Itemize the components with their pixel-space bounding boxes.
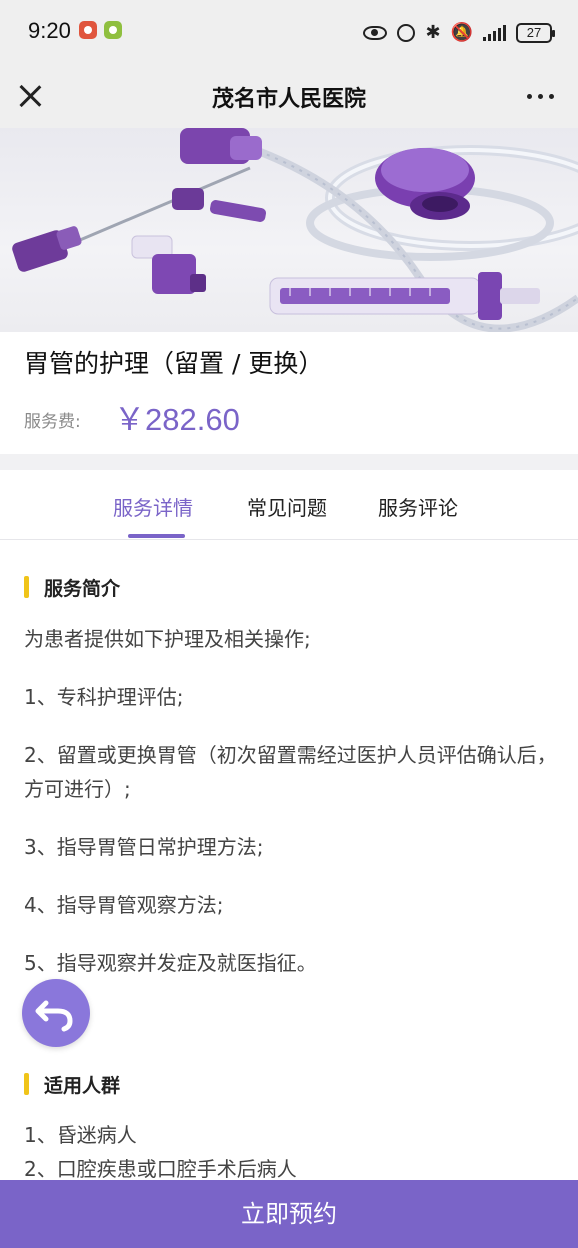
intro-item: 3、指导胃管日常护理方法; [24, 835, 264, 859]
product-title: 胃管的护理（留置 / 更换） [24, 349, 324, 378]
product-image [0, 128, 578, 332]
tab-service-details[interactable]: 服务详情 [113, 492, 193, 521]
eye-icon [363, 26, 388, 40]
page-title: 茂名市人民医院 [211, 87, 366, 112]
undo-arrow-icon [35, 1000, 73, 1032]
tab-faq[interactable]: 常见问题 [247, 492, 327, 521]
book-now-button[interactable]: 立即预约 [0, 1180, 578, 1248]
nav-bar: 茂名市人民医院 [0, 64, 578, 128]
active-tab-indicator [128, 534, 185, 538]
section-heading-intro: 服务简介 [24, 574, 120, 601]
intro-item: 2、留置或更换胃管（初次留置需经过医护人员评估确认后，方可进行）; [24, 743, 557, 801]
tab-bar: 服务详情 常见问题 服务评论 [0, 470, 578, 540]
back-button[interactable] [22, 979, 90, 1047]
section-divider [0, 454, 578, 470]
tab-reviews[interactable]: 服务评论 [378, 492, 458, 521]
intro-item: 4、指导胃管观察方法; [24, 893, 224, 917]
audience-item: 1、昏迷病人 [24, 1123, 137, 1147]
battery-icon: 27 [516, 23, 555, 43]
more-icon[interactable] [527, 94, 554, 99]
mute-bell-icon: 🔕 [450, 22, 473, 43]
alarm-icon [397, 24, 416, 42]
section-heading-audience: 适用人群 [24, 1071, 120, 1098]
product-illustration [12, 128, 578, 332]
price-label: 服务费: [24, 412, 81, 432]
status-icons: ✱ 🔕 27 [363, 19, 555, 47]
status-bar: 9:20 ✱ 🔕 27 [0, 0, 578, 64]
intro-item: 5、指导观察并发症及就医指征。 [24, 951, 317, 975]
intro-item: 1、专科护理评估; [24, 685, 184, 709]
price-value: ￥282.60 [114, 402, 240, 437]
signal-icon [483, 25, 506, 41]
app-notification-icon [104, 21, 122, 39]
app-notification-icon [79, 21, 97, 39]
intro-paragraph: 为患者提供如下护理及相关操作; [24, 627, 311, 651]
status-time: 9:20 [28, 18, 71, 43]
bluetooth-icon: ✱ [425, 22, 441, 43]
